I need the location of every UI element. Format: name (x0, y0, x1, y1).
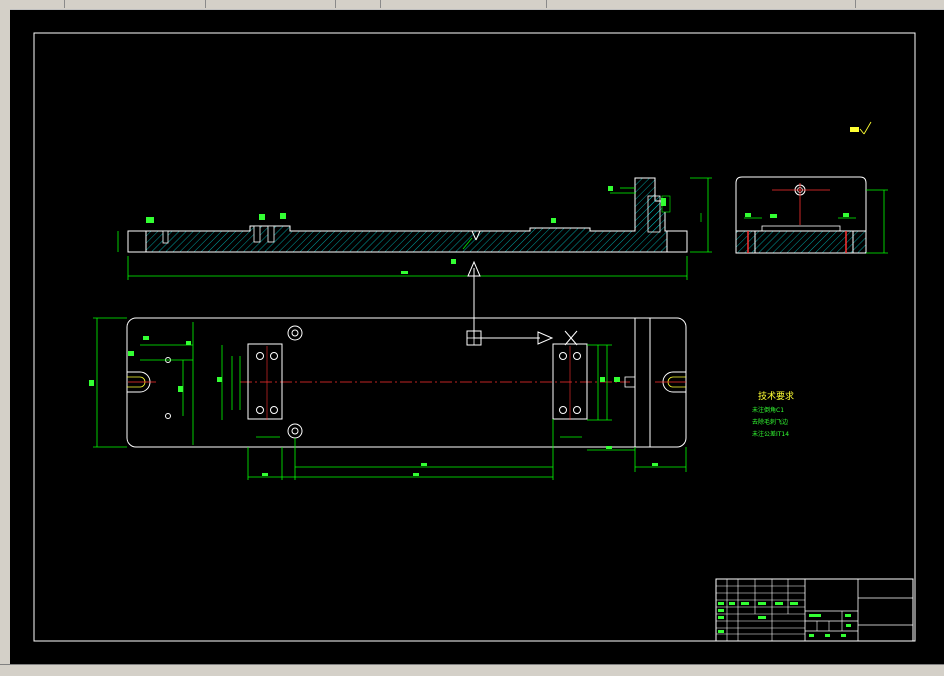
side-view (735, 176, 888, 254)
front-right-end (666, 230, 688, 253)
top-view (89, 317, 687, 480)
title-block (715, 578, 914, 642)
front-section (127, 177, 688, 253)
front-slot (162, 230, 169, 244)
front-left-end (127, 230, 147, 253)
cad-drawing[interactable]: 技术要求 未注倒角C1 去除毛刺飞边 未注公差IT14 (0, 0, 944, 676)
front-view (117, 177, 712, 280)
pin-hole-bottom (287, 423, 303, 439)
tech-req-line-1: 未注倒角C1 (752, 406, 784, 414)
roughness-symbol (850, 121, 872, 135)
front-hole-2 (267, 225, 275, 243)
ucs-icon (466, 260, 578, 346)
pin-hole-top (287, 325, 303, 341)
tech-req-line-3: 未注公差IT14 (752, 430, 789, 438)
tech-req-title: 技术要求 (758, 390, 794, 402)
technical-requirements: 技术要求 未注倒角C1 去除毛刺飞边 未注公差IT14 (752, 390, 794, 438)
front-hole-1 (253, 225, 261, 243)
tech-req-line-2: 去除毛刺飞边 (752, 418, 788, 426)
top-outline (126, 317, 687, 448)
front-upright (647, 195, 661, 233)
